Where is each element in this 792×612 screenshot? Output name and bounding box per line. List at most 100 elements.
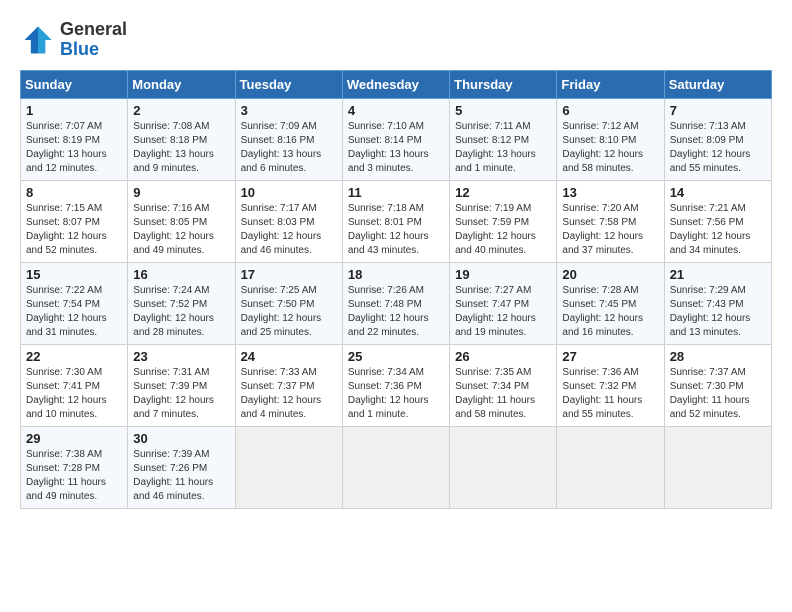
calendar-day-cell: 29 Sunrise: 7:38 AM Sunset: 7:28 PM Dayl…: [21, 426, 128, 508]
day-info: Sunrise: 7:17 AM Sunset: 8:03 PM Dayligh…: [241, 202, 337, 258]
calendar-day-cell: 8 Sunrise: 7:15 AM Sunset: 8:07 PM Dayli…: [21, 180, 128, 262]
calendar-day-cell: 5 Sunrise: 7:11 AM Sunset: 8:12 PM Dayli…: [450, 98, 557, 180]
calendar-day-cell: 6 Sunrise: 7:12 AM Sunset: 8:10 PM Dayli…: [557, 98, 664, 180]
calendar-day-cell: [450, 426, 557, 508]
day-of-week-header: Tuesday: [235, 70, 342, 98]
day-number: 12: [455, 185, 551, 200]
day-of-week-header: Monday: [128, 70, 235, 98]
day-number: 1: [26, 103, 122, 118]
day-info: Sunrise: 7:13 AM Sunset: 8:09 PM Dayligh…: [670, 120, 766, 176]
day-info: Sunrise: 7:16 AM Sunset: 8:05 PM Dayligh…: [133, 202, 229, 258]
day-number: 13: [562, 185, 658, 200]
day-number: 10: [241, 185, 337, 200]
calendar-week-row: 29 Sunrise: 7:38 AM Sunset: 7:28 PM Dayl…: [21, 426, 772, 508]
day-info: Sunrise: 7:35 AM Sunset: 7:34 PM Dayligh…: [455, 366, 551, 422]
day-info: Sunrise: 7:19 AM Sunset: 7:59 PM Dayligh…: [455, 202, 551, 258]
day-number: 15: [26, 267, 122, 282]
page-header: General Blue: [20, 20, 772, 60]
day-info: Sunrise: 7:11 AM Sunset: 8:12 PM Dayligh…: [455, 120, 551, 176]
day-of-week-header: Thursday: [450, 70, 557, 98]
calendar-table: SundayMondayTuesdayWednesdayThursdayFrid…: [20, 70, 772, 509]
calendar-day-cell: 28 Sunrise: 7:37 AM Sunset: 7:30 PM Dayl…: [664, 344, 771, 426]
calendar-day-cell: [557, 426, 664, 508]
calendar-day-cell: 1 Sunrise: 7:07 AM Sunset: 8:19 PM Dayli…: [21, 98, 128, 180]
calendar-week-row: 22 Sunrise: 7:30 AM Sunset: 7:41 PM Dayl…: [21, 344, 772, 426]
calendar-day-cell: [235, 426, 342, 508]
day-number: 30: [133, 431, 229, 446]
day-info: Sunrise: 7:36 AM Sunset: 7:32 PM Dayligh…: [562, 366, 658, 422]
day-info: Sunrise: 7:25 AM Sunset: 7:50 PM Dayligh…: [241, 284, 337, 340]
day-info: Sunrise: 7:27 AM Sunset: 7:47 PM Dayligh…: [455, 284, 551, 340]
day-number: 6: [562, 103, 658, 118]
calendar-week-row: 8 Sunrise: 7:15 AM Sunset: 8:07 PM Dayli…: [21, 180, 772, 262]
day-number: 24: [241, 349, 337, 364]
day-info: Sunrise: 7:08 AM Sunset: 8:18 PM Dayligh…: [133, 120, 229, 176]
day-info: Sunrise: 7:34 AM Sunset: 7:36 PM Dayligh…: [348, 366, 444, 422]
calendar-day-cell: 26 Sunrise: 7:35 AM Sunset: 7:34 PM Dayl…: [450, 344, 557, 426]
calendar-day-cell: 13 Sunrise: 7:20 AM Sunset: 7:58 PM Dayl…: [557, 180, 664, 262]
day-number: 18: [348, 267, 444, 282]
day-info: Sunrise: 7:09 AM Sunset: 8:16 PM Dayligh…: [241, 120, 337, 176]
day-info: Sunrise: 7:24 AM Sunset: 7:52 PM Dayligh…: [133, 284, 229, 340]
day-number: 23: [133, 349, 229, 364]
calendar-day-cell: 19 Sunrise: 7:27 AM Sunset: 7:47 PM Dayl…: [450, 262, 557, 344]
day-number: 26: [455, 349, 551, 364]
day-info: Sunrise: 7:37 AM Sunset: 7:30 PM Dayligh…: [670, 366, 766, 422]
calendar-day-cell: 4 Sunrise: 7:10 AM Sunset: 8:14 PM Dayli…: [342, 98, 449, 180]
day-info: Sunrise: 7:20 AM Sunset: 7:58 PM Dayligh…: [562, 202, 658, 258]
calendar-day-cell: 12 Sunrise: 7:19 AM Sunset: 7:59 PM Dayl…: [450, 180, 557, 262]
day-info: Sunrise: 7:07 AM Sunset: 8:19 PM Dayligh…: [26, 120, 122, 176]
calendar-day-cell: 21 Sunrise: 7:29 AM Sunset: 7:43 PM Dayl…: [664, 262, 771, 344]
day-info: Sunrise: 7:21 AM Sunset: 7:56 PM Dayligh…: [670, 202, 766, 258]
day-number: 25: [348, 349, 444, 364]
calendar-day-cell: 14 Sunrise: 7:21 AM Sunset: 7:56 PM Dayl…: [664, 180, 771, 262]
day-number: 2: [133, 103, 229, 118]
day-info: Sunrise: 7:26 AM Sunset: 7:48 PM Dayligh…: [348, 284, 444, 340]
calendar-day-cell: [342, 426, 449, 508]
day-info: Sunrise: 7:28 AM Sunset: 7:45 PM Dayligh…: [562, 284, 658, 340]
calendar-day-cell: 17 Sunrise: 7:25 AM Sunset: 7:50 PM Dayl…: [235, 262, 342, 344]
day-number: 14: [670, 185, 766, 200]
day-number: 8: [26, 185, 122, 200]
day-of-week-header: Saturday: [664, 70, 771, 98]
day-number: 3: [241, 103, 337, 118]
calendar-day-cell: 7 Sunrise: 7:13 AM Sunset: 8:09 PM Dayli…: [664, 98, 771, 180]
day-number: 21: [670, 267, 766, 282]
day-of-week-header: Friday: [557, 70, 664, 98]
day-number: 22: [26, 349, 122, 364]
day-info: Sunrise: 7:33 AM Sunset: 7:37 PM Dayligh…: [241, 366, 337, 422]
day-number: 29: [26, 431, 122, 446]
day-number: 28: [670, 349, 766, 364]
logo-text: General Blue: [60, 20, 127, 60]
calendar-day-cell: 16 Sunrise: 7:24 AM Sunset: 7:52 PM Dayl…: [128, 262, 235, 344]
day-info: Sunrise: 7:15 AM Sunset: 8:07 PM Dayligh…: [26, 202, 122, 258]
calendar-header-row: SundayMondayTuesdayWednesdayThursdayFrid…: [21, 70, 772, 98]
calendar-day-cell: 11 Sunrise: 7:18 AM Sunset: 8:01 PM Dayl…: [342, 180, 449, 262]
day-number: 4: [348, 103, 444, 118]
day-info: Sunrise: 7:10 AM Sunset: 8:14 PM Dayligh…: [348, 120, 444, 176]
calendar-week-row: 15 Sunrise: 7:22 AM Sunset: 7:54 PM Dayl…: [21, 262, 772, 344]
calendar-day-cell: 20 Sunrise: 7:28 AM Sunset: 7:45 PM Dayl…: [557, 262, 664, 344]
day-of-week-header: Sunday: [21, 70, 128, 98]
calendar-day-cell: 9 Sunrise: 7:16 AM Sunset: 8:05 PM Dayli…: [128, 180, 235, 262]
day-info: Sunrise: 7:29 AM Sunset: 7:43 PM Dayligh…: [670, 284, 766, 340]
calendar-day-cell: 25 Sunrise: 7:34 AM Sunset: 7:36 PM Dayl…: [342, 344, 449, 426]
day-number: 17: [241, 267, 337, 282]
day-info: Sunrise: 7:38 AM Sunset: 7:28 PM Dayligh…: [26, 448, 122, 504]
calendar-day-cell: 15 Sunrise: 7:22 AM Sunset: 7:54 PM Dayl…: [21, 262, 128, 344]
calendar-day-cell: [664, 426, 771, 508]
day-of-week-header: Wednesday: [342, 70, 449, 98]
logo: General Blue: [20, 20, 127, 60]
day-info: Sunrise: 7:18 AM Sunset: 8:01 PM Dayligh…: [348, 202, 444, 258]
day-number: 27: [562, 349, 658, 364]
day-info: Sunrise: 7:31 AM Sunset: 7:39 PM Dayligh…: [133, 366, 229, 422]
day-number: 9: [133, 185, 229, 200]
calendar-day-cell: 30 Sunrise: 7:39 AM Sunset: 7:26 PM Dayl…: [128, 426, 235, 508]
day-info: Sunrise: 7:30 AM Sunset: 7:41 PM Dayligh…: [26, 366, 122, 422]
day-info: Sunrise: 7:39 AM Sunset: 7:26 PM Dayligh…: [133, 448, 229, 504]
calendar-day-cell: 10 Sunrise: 7:17 AM Sunset: 8:03 PM Dayl…: [235, 180, 342, 262]
logo-icon: [20, 22, 56, 58]
day-number: 11: [348, 185, 444, 200]
calendar-day-cell: 2 Sunrise: 7:08 AM Sunset: 8:18 PM Dayli…: [128, 98, 235, 180]
day-number: 7: [670, 103, 766, 118]
